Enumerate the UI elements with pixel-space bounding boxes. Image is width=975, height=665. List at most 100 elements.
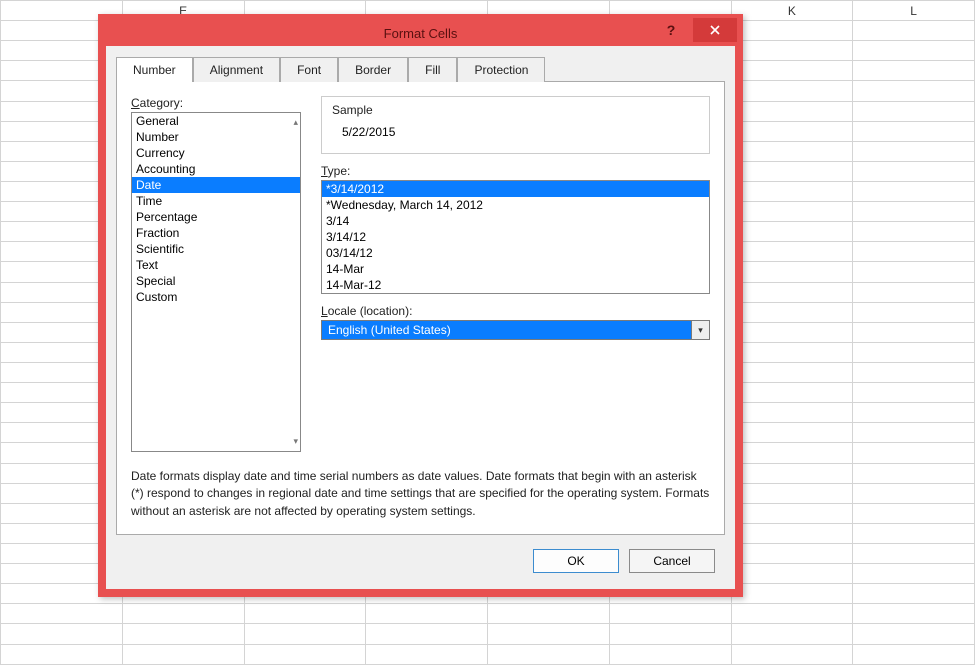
cell[interactable] [1,644,123,665]
cell[interactable] [366,624,488,644]
column-header[interactable]: K [731,1,853,21]
cell[interactable] [244,624,366,644]
cell[interactable] [853,141,975,161]
category-item[interactable]: Date [132,177,300,193]
cell[interactable] [731,101,853,121]
cell[interactable] [731,644,853,665]
category-listbox[interactable]: ▴ ▾ GeneralNumberCurrencyAccountingDateT… [131,112,301,452]
cell[interactable] [731,523,853,543]
cell[interactable] [731,322,853,342]
cell[interactable] [853,604,975,624]
cell[interactable] [122,644,244,665]
category-item[interactable]: Time [132,193,300,209]
cell[interactable] [366,604,488,624]
tab-number[interactable]: Number [116,57,193,82]
cell[interactable] [853,383,975,403]
cell[interactable] [731,604,853,624]
cell[interactable] [853,302,975,322]
category-item[interactable]: Number [132,129,300,145]
cell[interactable] [853,564,975,584]
cell[interactable] [853,282,975,302]
cell[interactable] [853,644,975,665]
cell[interactable] [731,141,853,161]
cell[interactable] [731,41,853,61]
cell[interactable] [853,624,975,644]
cell[interactable] [853,21,975,41]
cell[interactable] [853,322,975,342]
type-item[interactable]: 03/14/12 [322,245,709,261]
cell[interactable] [731,362,853,382]
type-item[interactable]: 14-Mar [322,261,709,277]
cell[interactable] [853,523,975,543]
cell[interactable] [853,362,975,382]
cancel-button[interactable]: Cancel [629,549,715,573]
cell[interactable] [853,121,975,141]
cell[interactable] [731,21,853,41]
cell[interactable] [731,624,853,644]
cell[interactable] [731,403,853,423]
cell[interactable] [853,161,975,181]
cell[interactable] [731,222,853,242]
type-listbox[interactable]: *3/14/2012*Wednesday, March 14, 20123/14… [321,180,710,294]
cell[interactable] [853,543,975,563]
tab-fill[interactable]: Fill [408,57,457,82]
cell[interactable] [853,463,975,483]
cell[interactable] [853,61,975,81]
cell[interactable] [853,181,975,201]
type-item[interactable]: 3/14 [322,213,709,229]
tab-protection[interactable]: Protection [457,57,545,82]
cell[interactable] [488,604,610,624]
cell[interactable] [731,81,853,101]
cell[interactable] [731,483,853,503]
type-item[interactable]: 3/14/12 [322,229,709,245]
cell[interactable] [731,342,853,362]
cell[interactable] [853,242,975,262]
cell[interactable] [853,81,975,101]
cell[interactable] [122,624,244,644]
cell[interactable] [853,403,975,423]
tab-alignment[interactable]: Alignment [193,57,280,82]
type-item[interactable]: 14-Mar-12 [322,277,709,293]
cell[interactable] [731,121,853,141]
close-button[interactable] [693,18,737,42]
cell[interactable] [853,503,975,523]
cell[interactable] [1,604,123,624]
cell[interactable] [731,61,853,81]
cell[interactable] [244,604,366,624]
category-item[interactable]: Custom [132,289,300,305]
category-item[interactable]: Special [132,273,300,289]
cell[interactable] [731,242,853,262]
cell[interactable] [731,463,853,483]
category-item[interactable]: Text [132,257,300,273]
tab-border[interactable]: Border [338,57,408,82]
cell[interactable] [731,262,853,282]
cell[interactable] [853,342,975,362]
category-item[interactable]: General [132,113,300,129]
cell[interactable] [731,181,853,201]
cell[interactable] [1,624,123,644]
cell[interactable] [853,41,975,61]
cell[interactable] [731,543,853,563]
cell[interactable] [731,202,853,222]
cell[interactable] [731,423,853,443]
category-item[interactable]: Fraction [132,225,300,241]
category-item[interactable]: Percentage [132,209,300,225]
cell[interactable] [853,222,975,242]
cell[interactable] [853,483,975,503]
cell[interactable] [853,423,975,443]
chevron-down-icon[interactable]: ▾ [692,320,710,340]
cell[interactable] [488,644,610,665]
cell[interactable] [853,202,975,222]
cell[interactable] [853,101,975,121]
cell[interactable] [853,584,975,604]
cell[interactable] [731,161,853,181]
cell[interactable] [731,282,853,302]
category-item[interactable]: Scientific [132,241,300,257]
cell[interactable] [609,604,731,624]
cell[interactable] [731,584,853,604]
category-item[interactable]: Currency [132,145,300,161]
cell[interactable] [853,443,975,463]
cell[interactable] [731,503,853,523]
cell[interactable] [122,604,244,624]
type-item[interactable]: *Wednesday, March 14, 2012 [322,197,709,213]
